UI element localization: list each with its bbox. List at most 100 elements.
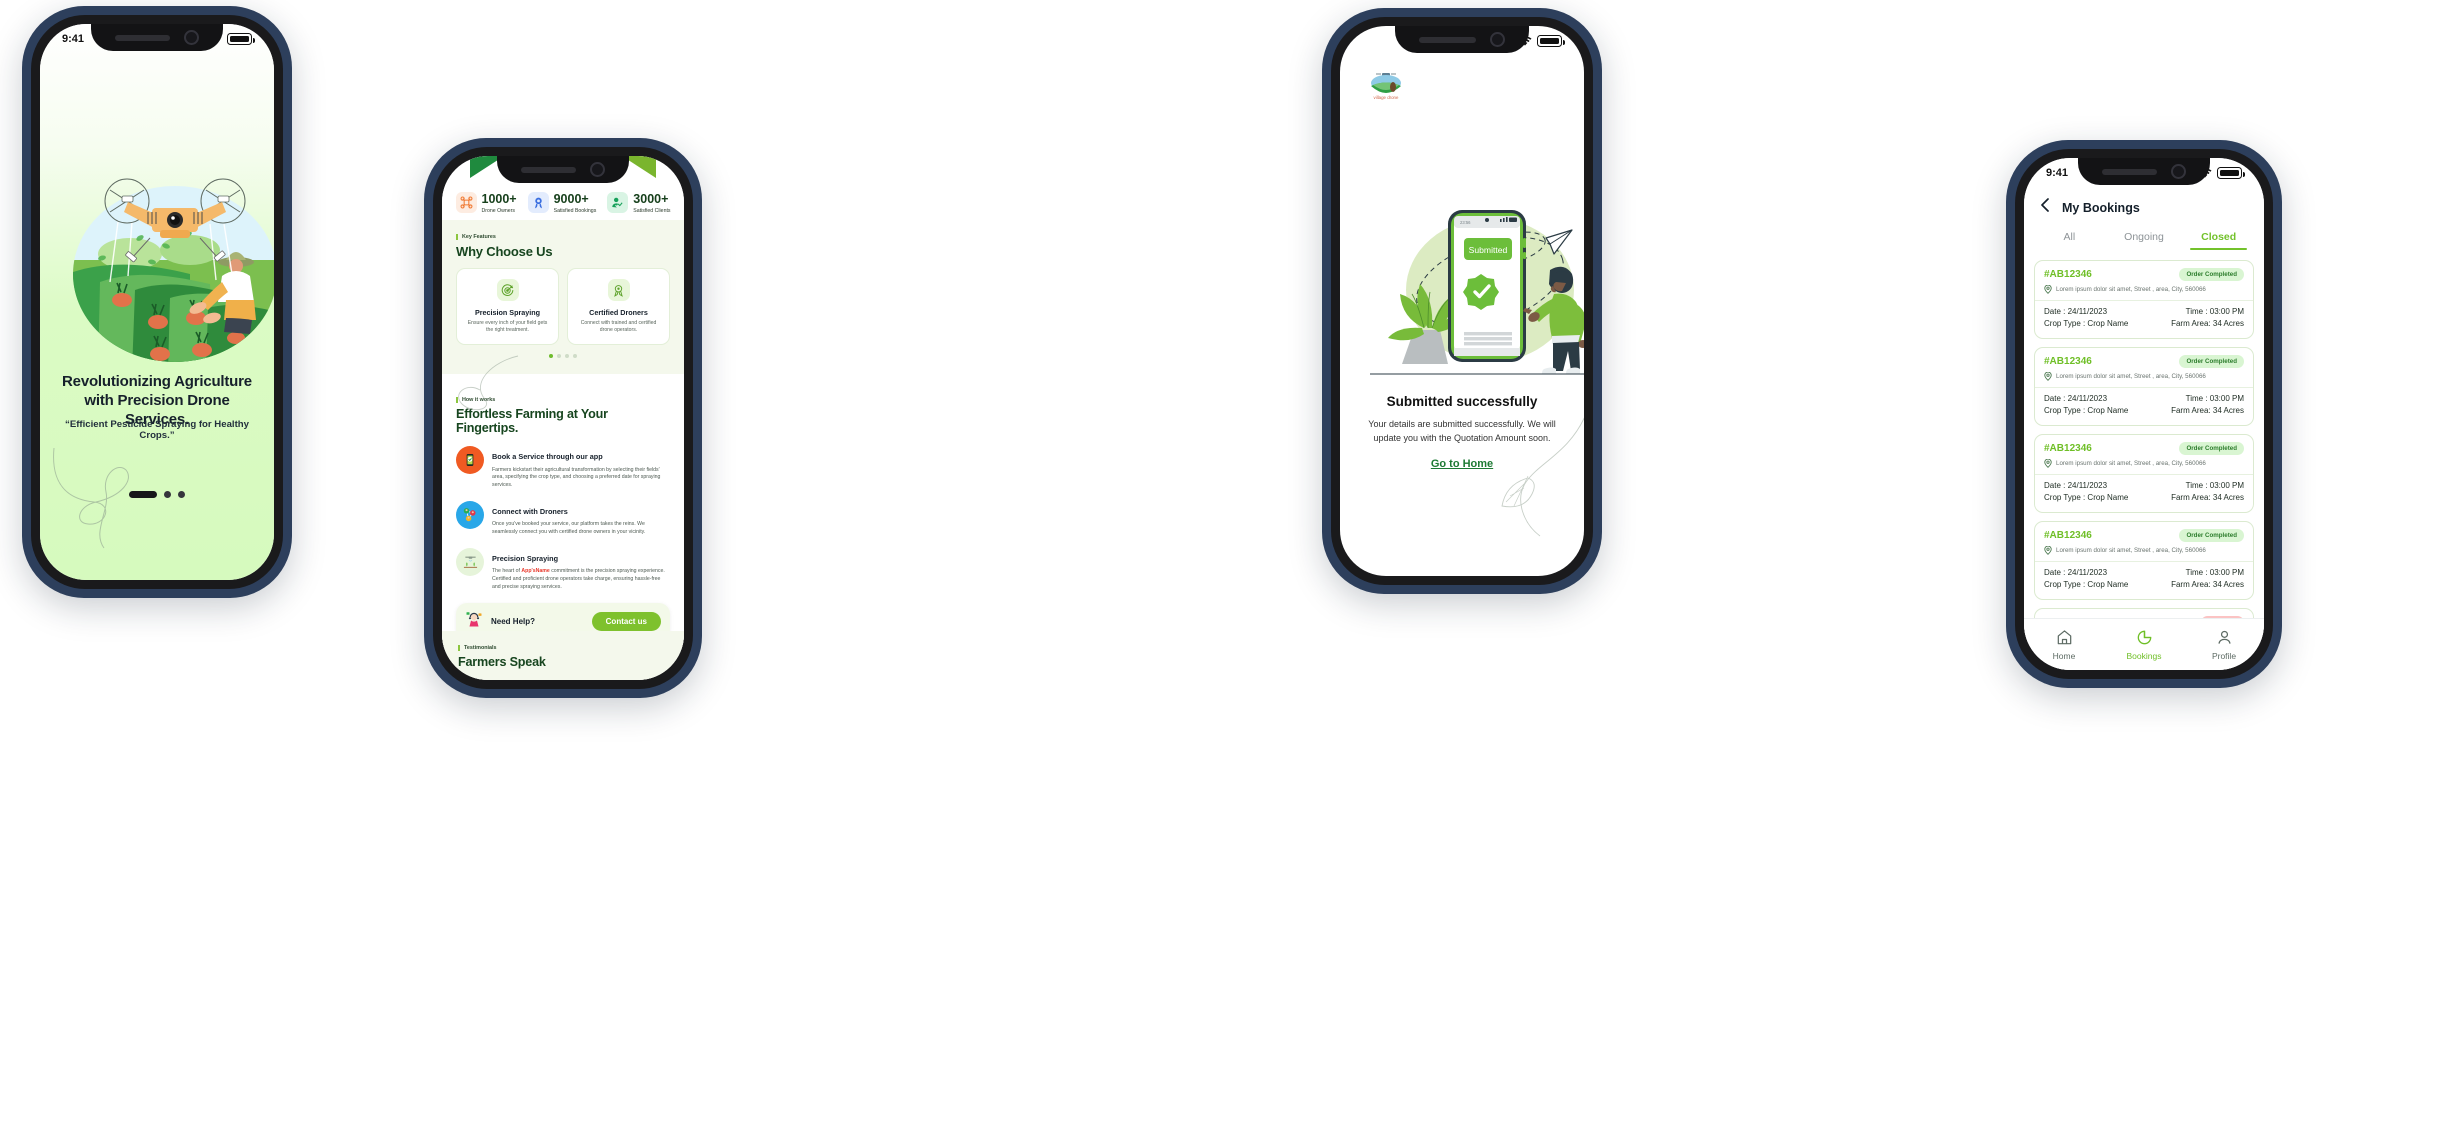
bookings-list[interactable]: #AB12346 Order Completed Lorem ipsum dolor… (2024, 250, 2264, 618)
page-title: My Bookings (2062, 200, 2140, 215)
pagination-dot[interactable] (178, 491, 185, 498)
pie-chart-icon (2137, 630, 2151, 644)
booking-card[interactable]: #AB12346CancelledLorem ipsum dolor sit a… (2034, 608, 2254, 618)
booking-crop-type: Crop Type : Crop Name (2044, 493, 2129, 502)
booking-id: #AB12346 (2044, 356, 2092, 367)
booking-farm-area: Farm Area: 34 Acres (2171, 493, 2244, 502)
phone2-screen: 1000+ Drone Owners 9000+ Satisfied Booki… (442, 156, 684, 680)
feature-card[interactable]: Precision Spraying Ensure every inch of … (456, 268, 559, 345)
onboarding-illustration (40, 142, 274, 372)
booking-card-body: Date : 24/11/2023 Time : 03:00 PM Crop Typ… (2035, 475, 2253, 512)
phone4-screen: My Bookings All Ongoing Closed #AB12346 O… (2024, 158, 2264, 670)
step-text: Connect with Droners Once you've booked … (492, 501, 670, 537)
nav-label: Home (2052, 650, 2076, 661)
pagination-active (129, 491, 157, 498)
feature-desc: Connect with trained and certified drone… (580, 320, 657, 334)
booking-card-head: #AB12346 Order Completed Lorem ipsum dolor… (2035, 522, 2253, 562)
bookings-tabs[interactable]: All Ongoing Closed (2024, 231, 2264, 250)
booking-date: Date : 24/11/2023 (2044, 568, 2108, 577)
booking-date: Date : 24/11/2023 (2044, 394, 2108, 403)
booking-address-row: Lorem ipsum dolor sit amet, Street , are… (2044, 372, 2244, 381)
chevron-left-icon[interactable] (2040, 198, 2050, 217)
support-agent-icon (465, 610, 483, 633)
booking-date: Date : 24/11/2023 (2044, 481, 2108, 490)
stat-item: 9000+ Satisfied Bookings (527, 190, 596, 214)
step-item: Precision Spraying The heart of App'sNam… (456, 547, 670, 592)
nav-profile[interactable]: Profile (2184, 629, 2264, 661)
network-people-icon (456, 500, 484, 529)
booking-farm-area: Farm Area: 34 Acres (2171, 406, 2244, 415)
testimonials-tag: Testimonials (458, 645, 668, 651)
onboarding-pagination[interactable] (129, 491, 185, 498)
key-features-tag: Key Features (456, 234, 670, 240)
pagination-dot[interactable] (164, 491, 171, 498)
booking-address: Lorem ipsum dolor sit amet, Street , are… (2056, 460, 2206, 467)
phone-notch (1395, 26, 1529, 53)
booking-card-head: #AB12346 Order Completed Lorem ipsum dolor… (2035, 261, 2253, 301)
contact-us-button[interactable]: Contact us (591, 611, 661, 631)
location-pin-icon (2044, 285, 2052, 294)
status-badge: Order Completed (2179, 355, 2244, 368)
booking-address: Lorem ipsum dolor sit amet, Street , are… (2056, 286, 2206, 293)
booking-time: Time : 03:00 PM (2185, 394, 2244, 403)
booking-time: Time : 03:00 PM (2185, 481, 2244, 490)
bookings-page: My Bookings All Ongoing Closed #AB12346 O… (2024, 158, 2264, 670)
booking-card[interactable]: #AB12346 Order Completed Lorem ipsum dolor… (2034, 521, 2254, 600)
phone-mockup-success: village drone 23:56 Submitted Submitted … (1322, 8, 1602, 594)
feature-title: Precision Spraying (474, 308, 541, 317)
pagination-dot[interactable] (557, 353, 561, 358)
tab-all[interactable]: All (2032, 231, 2107, 250)
nav-bookings[interactable]: Bookings (2104, 629, 2184, 661)
booking-card[interactable]: #AB12346 Order Completed Lorem ipsum dolor… (2034, 434, 2254, 513)
testimonial-item: Name Location (458, 678, 668, 680)
line-decoration (458, 355, 519, 411)
booking-id: #AB12346 (2044, 530, 2092, 541)
check-circle-icon (1463, 274, 1499, 310)
stat-item: 3000+ Satisfied Clients (607, 190, 671, 214)
tab-ongoing[interactable]: Ongoing (2107, 231, 2182, 250)
booking-card-head: #AB12346 Order Completed Lorem ipsum dolor… (2035, 348, 2253, 388)
phone-notch (497, 156, 629, 183)
battery-icon (2217, 167, 2245, 179)
phone1-screen: Revolutionizing Agriculture with Precisi… (40, 24, 274, 580)
leaf-line-decoration (1501, 417, 1584, 537)
location-pin-icon (2044, 459, 2052, 468)
status-time: 9:41 (62, 33, 85, 45)
booking-card-head: #AB12346CancelledLorem ipsum dolor sit a… (2035, 609, 2253, 618)
tab-closed[interactable]: Closed (2181, 231, 2256, 250)
phone-notch (2078, 158, 2210, 185)
drone-spray-icon (456, 547, 484, 576)
pagination-dot[interactable] (549, 353, 553, 358)
pagination-dot[interactable] (573, 353, 577, 358)
stat-value: 3000+ (633, 192, 669, 206)
pagination-dot[interactable] (565, 353, 569, 358)
booking-card-head: #AB12346 Order Completed Lorem ipsum dolor… (2035, 435, 2253, 475)
booking-card-body: Date : 24/11/2023 Time : 03:00 PM Crop Typ… (2035, 301, 2253, 338)
booking-card[interactable]: #AB12346 Order Completed Lorem ipsum dolor… (2034, 260, 2254, 339)
feature-card[interactable]: Certified Droners Connect with trained a… (567, 268, 670, 345)
key-features-section: Key Features Why Choose Us Precision Spr… (442, 220, 684, 374)
booking-address: Lorem ipsum dolor sit amet, Street , are… (2056, 547, 2206, 554)
booking-address-row: Lorem ipsum dolor sit amet, Street , are… (2044, 285, 2244, 294)
booking-crop-type: Crop Type : Crop Name (2044, 580, 2129, 589)
onboarding-subtitle: “Efficient Pesticide Spraying for Health… (65, 419, 249, 441)
booking-date: Date : 24/11/2023 (2044, 307, 2108, 316)
stat-label: Drone Owners (481, 208, 515, 214)
illustration-phone-time: 23:56 (1460, 220, 1471, 225)
app-logo[interactable]: village drone (1368, 70, 1404, 100)
phone-notch (91, 24, 223, 51)
booking-farm-area: Farm Area: 34 Acres (2171, 319, 2244, 328)
nav-home[interactable]: Home (2024, 629, 2104, 661)
landing-scroll[interactable]: 1000+ Drone Owners 9000+ Satisfied Booki… (442, 156, 684, 680)
stat-text: 1000+ Drone Owners (482, 190, 517, 214)
booking-crop-type: Crop Type : Crop Name (2044, 319, 2129, 328)
phone-mockup-onboarding: Revolutionizing Agriculture with Precisi… (22, 6, 292, 598)
step-title: Precision Spraying (492, 553, 559, 563)
testimonials-heading: Farmers Speak (458, 655, 546, 669)
need-help-text: Need Help? (491, 616, 536, 626)
bottom-nav[interactable]: Home Bookings Profile (2024, 618, 2264, 670)
booking-id: #AB12346 (2044, 269, 2092, 280)
phone-bezel: My Bookings All Ongoing Closed #AB12346 O… (2015, 149, 2273, 679)
verified-user-icon (607, 191, 629, 213)
booking-card[interactable]: #AB12346 Order Completed Lorem ipsum dolor… (2034, 347, 2254, 426)
